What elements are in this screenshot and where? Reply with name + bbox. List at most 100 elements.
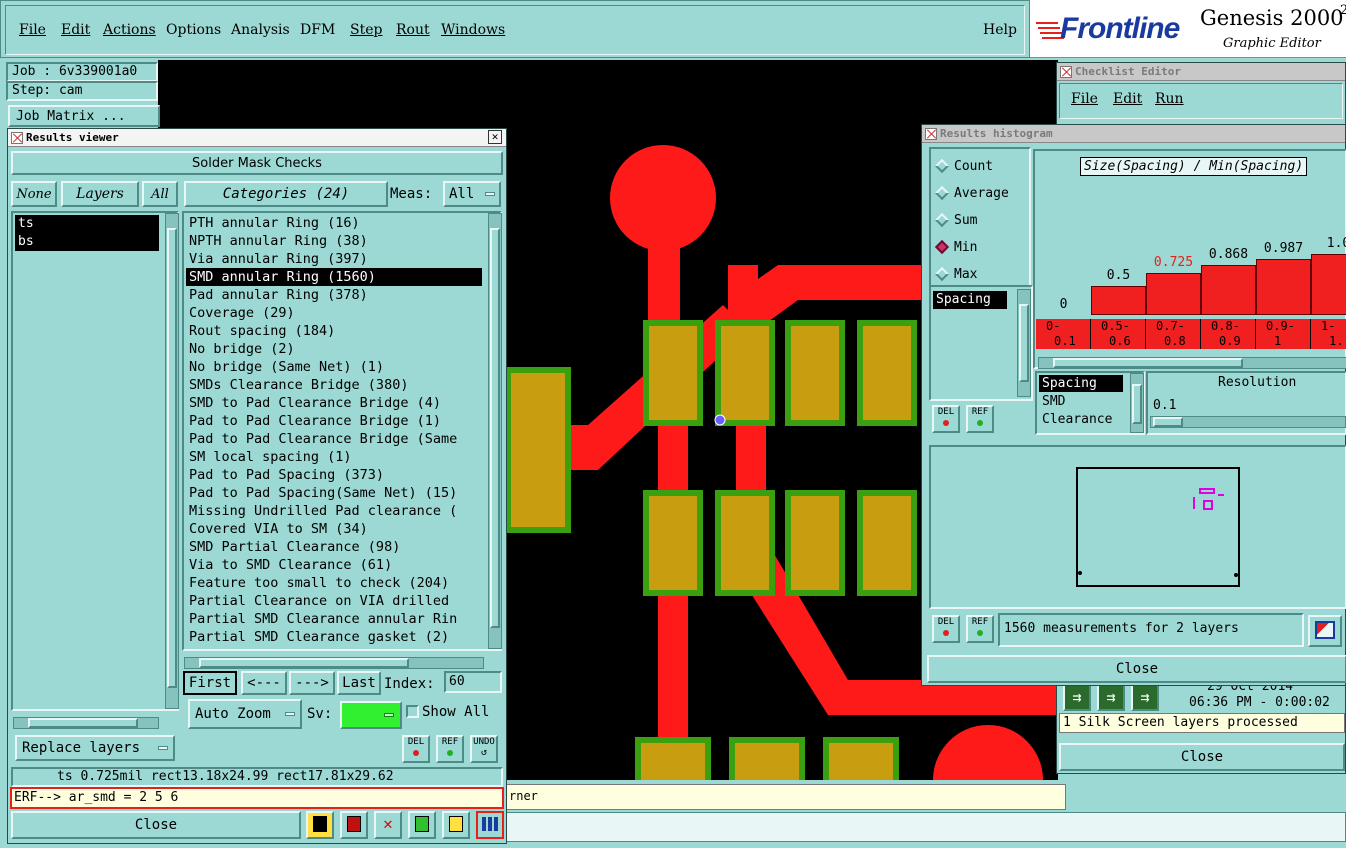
- measure-item[interactable]: Spacing: [933, 291, 1007, 309]
- menu-help[interactable]: Help: [983, 22, 1017, 38]
- radio-label-sum[interactable]: Sum: [954, 213, 977, 228]
- meas-dropdown[interactable]: All: [443, 181, 501, 207]
- radio-label-max[interactable]: Max: [954, 267, 977, 282]
- severity-dropdown[interactable]: [340, 701, 402, 729]
- category-item[interactable]: Covered VIA to SM (34): [186, 520, 482, 538]
- board-preview[interactable]: [1076, 467, 1240, 587]
- category-item[interactable]: Partial SMD Clearance gasket (2): [186, 628, 482, 646]
- histogram-bar[interactable]: [1146, 273, 1201, 315]
- category-item[interactable]: SMD to Pad Clearance Bridge (4): [186, 394, 482, 412]
- ref-button[interactable]: REF: [436, 735, 464, 763]
- run-selected-icon[interactable]: ⇉: [1097, 683, 1125, 711]
- category-item[interactable]: Partial Clearance on VIA drilled: [186, 592, 482, 610]
- category-item[interactable]: PTH annular Ring (16): [186, 214, 482, 232]
- resolution-slider[interactable]: [1150, 416, 1346, 428]
- radio-label-count[interactable]: Count: [954, 159, 993, 174]
- checklist-close-button[interactable]: Close: [1059, 743, 1345, 771]
- sub-item-clearance[interactable]: Clearance: [1039, 411, 1123, 428]
- category-item[interactable]: Via to SMD Clearance (61): [186, 556, 482, 574]
- histogram-hscroll[interactable]: [1038, 357, 1346, 369]
- category-item[interactable]: Coverage (29): [186, 304, 482, 322]
- category-item[interactable]: Via annular Ring (397): [186, 250, 482, 268]
- menu-analysis[interactable]: Analysis: [231, 22, 290, 38]
- del-button[interactable]: DEL: [402, 735, 430, 763]
- histogram-bar[interactable]: [1091, 286, 1146, 315]
- histogram-icon[interactable]: [476, 811, 504, 839]
- checklist-menu-run[interactable]: Run: [1155, 91, 1184, 107]
- category-item[interactable]: SM local spacing (1): [186, 448, 482, 466]
- counter-icon[interactable]: [408, 811, 436, 839]
- auto-zoom-dropdown[interactable]: Auto Zoom: [188, 699, 302, 729]
- layer-color-icon[interactable]: [306, 811, 334, 839]
- menu-edit[interactable]: Edit: [61, 22, 90, 38]
- checklist-menu-edit[interactable]: Edit: [1113, 91, 1142, 107]
- close-window-icon[interactable]: ✕: [488, 130, 502, 144]
- histogram-titlebar[interactable]: Results histogram: [922, 125, 1345, 143]
- radio-label-min[interactable]: Min: [954, 240, 977, 255]
- snapshot-icon[interactable]: [1308, 615, 1342, 647]
- histogram-bar[interactable]: [1311, 254, 1346, 315]
- category-item[interactable]: Pad to Pad Spacing(Same Net) (15): [186, 484, 482, 502]
- checklist-menu-file[interactable]: File: [1071, 91, 1098, 107]
- layers-list[interactable]: ts bs: [11, 211, 179, 711]
- menu-file[interactable]: File: [19, 22, 46, 38]
- category-item[interactable]: No bridge (Same Net) (1): [186, 358, 482, 376]
- next-button[interactable]: --->: [289, 671, 335, 695]
- category-item[interactable]: SMD annular Ring (1560): [186, 268, 482, 286]
- delete-results-icon[interactable]: ✕: [374, 811, 402, 839]
- window-menu-icon[interactable]: [1060, 66, 1072, 78]
- last-button[interactable]: Last: [337, 671, 381, 695]
- categories-list[interactable]: PTH annular Ring (16) NPTH annular Ring (…: [182, 211, 502, 651]
- categories-vscroll[interactable]: [488, 213, 502, 649]
- categories-button[interactable]: Categories (24): [184, 181, 388, 207]
- results-viewer-titlebar[interactable]: Results viewer ✕: [8, 129, 506, 147]
- ref-button[interactable]: REF: [966, 405, 994, 433]
- run-all-icon[interactable]: ⇉: [1063, 683, 1091, 711]
- del-button[interactable]: DEL: [932, 615, 960, 643]
- menu-windows[interactable]: Windows: [441, 22, 505, 38]
- layers-hscroll[interactable]: [13, 717, 159, 729]
- histogram-bar[interactable]: [1256, 259, 1311, 315]
- category-item[interactable]: Rout spacing (184): [186, 322, 482, 340]
- categories-hscroll[interactable]: [184, 657, 484, 669]
- window-menu-icon[interactable]: [925, 128, 937, 140]
- checklist-titlebar[interactable]: Checklist Editor: [1057, 63, 1345, 81]
- category-item[interactable]: Pad to Pad Clearance Bridge (1): [186, 412, 482, 430]
- first-button[interactable]: First: [183, 671, 237, 695]
- menu-actions[interactable]: Actions: [103, 22, 156, 38]
- del-button[interactable]: DEL: [932, 405, 960, 433]
- menu-step[interactable]: Step: [350, 22, 382, 38]
- replace-layers-dropdown[interactable]: Replace layers: [15, 735, 175, 761]
- ref-button[interactable]: REF: [966, 615, 994, 643]
- menu-options[interactable]: Options: [166, 22, 221, 38]
- show-all-checkbox[interactable]: [406, 705, 419, 718]
- previous-button[interactable]: <---: [241, 671, 287, 695]
- menu-rout[interactable]: Rout: [396, 22, 430, 38]
- all-layers-button[interactable]: All: [142, 181, 178, 207]
- menu-dfm[interactable]: DFM: [300, 22, 335, 38]
- category-item[interactable]: Feature too small to check (204): [186, 574, 482, 592]
- category-item[interactable]: NPTH annular Ring (38): [186, 232, 482, 250]
- category-item[interactable]: SMDs Clearance Bridge (380): [186, 376, 482, 394]
- window-menu-icon[interactable]: [11, 132, 23, 144]
- layers-button[interactable]: Layers: [61, 181, 139, 207]
- radio-label-average[interactable]: Average: [954, 186, 1009, 201]
- layer-item-bs[interactable]: bs: [15, 233, 159, 251]
- histogram-close-button[interactable]: Close: [927, 655, 1346, 683]
- close-button[interactable]: Close: [11, 811, 301, 839]
- category-item[interactable]: Partial SMD Clearance annular Rin: [186, 610, 482, 628]
- sub-vscroll[interactable]: [1130, 373, 1144, 433]
- none-button[interactable]: None: [11, 181, 57, 207]
- category-item[interactable]: Pad annular Ring (378): [186, 286, 482, 304]
- histogram-bar[interactable]: [1201, 265, 1256, 315]
- report-icon[interactable]: [340, 811, 368, 839]
- sub-item-smd[interactable]: SMD: [1039, 393, 1123, 410]
- category-item[interactable]: Pad to Pad Clearance Bridge (Same: [186, 430, 482, 448]
- run-single-icon[interactable]: ⇉: [1131, 683, 1159, 711]
- category-item[interactable]: No bridge (2): [186, 340, 482, 358]
- notes-icon[interactable]: [442, 811, 470, 839]
- category-item[interactable]: Pad to Pad Spacing (373): [186, 466, 482, 484]
- sub-item-spacing[interactable]: Spacing: [1039, 375, 1123, 392]
- undo-button[interactable]: UNDO ↺: [470, 735, 498, 763]
- job-matrix-button[interactable]: Job Matrix ...: [8, 105, 160, 127]
